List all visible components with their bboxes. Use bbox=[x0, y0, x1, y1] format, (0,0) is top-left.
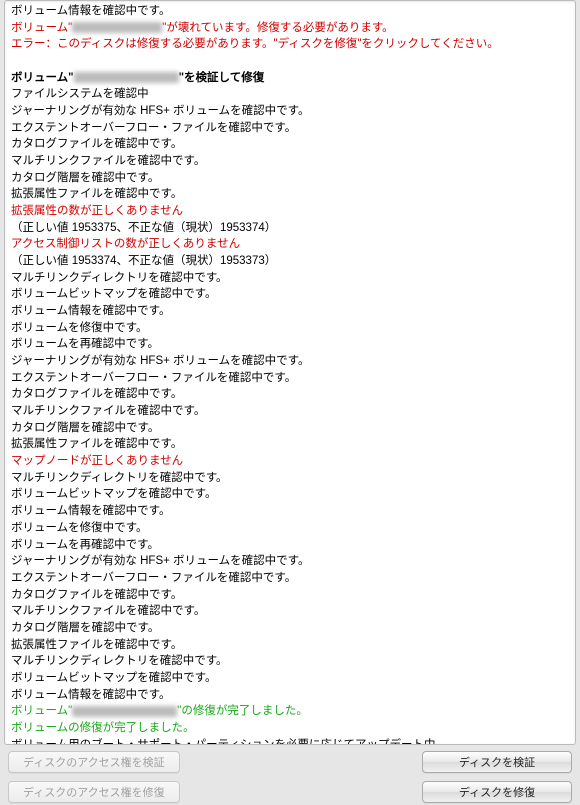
log-line: 拡張属性の数が正しくありません bbox=[11, 203, 569, 220]
button-row-2: ディスクのアクセス権を修復 ディスクを修復 bbox=[0, 775, 580, 805]
log-line: マルチリンクファイルを確認中です。 bbox=[11, 153, 569, 170]
log-line: アクセス制御リストの数が正しくありません bbox=[11, 236, 569, 253]
log-line: 拡張属性ファイルを確認中です。 bbox=[11, 637, 569, 654]
log-line: 拡張属性ファイルを確認中です。 bbox=[11, 436, 569, 453]
log-line: ボリュームを修復中です。 bbox=[11, 520, 569, 537]
verify-disk-button[interactable]: ディスクを検証 bbox=[422, 751, 572, 773]
verify-permissions-button[interactable]: ディスクのアクセス権を検証 bbox=[8, 751, 180, 773]
redacted-text: xxxxxxxx bbox=[72, 22, 162, 33]
log-line: ジャーナリングが有効な HFS+ ボリュームを確認中です。 bbox=[11, 353, 569, 370]
log-line: マルチリンクファイルを確認中です。 bbox=[11, 603, 569, 620]
log-line: ボリュームビットマップを確認中です。 bbox=[11, 286, 569, 303]
log-line: エクステントオーバーフロー・ファイルを確認中です。 bbox=[11, 570, 569, 587]
log-line: マルチリンクファイルを確認中です。 bbox=[11, 403, 569, 420]
log-line: ボリュームの修復が完了しました。 bbox=[11, 720, 569, 737]
redacted-text: xxxxxxxx bbox=[72, 706, 177, 717]
log-line: （正しい値 1953374、不正な値（現状）1953373） bbox=[11, 253, 569, 270]
log-line: マルチリンクディレクトリを確認中です。 bbox=[11, 653, 569, 670]
log-line: ボリュームを再確認中です。 bbox=[11, 537, 569, 554]
log-line: エクステントオーバーフロー・ファイルを確認中です。 bbox=[11, 120, 569, 137]
log-line: ジャーナリングが有効な HFS+ ボリュームを確認中です。 bbox=[11, 103, 569, 120]
log-line bbox=[11, 53, 569, 70]
log-line: ファイルシステムを確認中 bbox=[11, 86, 569, 103]
log-line: ボリューム"xxxxxxxx"の修復が完了しました。 bbox=[11, 703, 569, 720]
log-line: マルチリンクディレクトリを確認中です。 bbox=[11, 470, 569, 487]
log-line: マルチリンクディレクトリを確認中です。 bbox=[11, 270, 569, 287]
redacted-text: xxxxxxxx bbox=[74, 72, 179, 83]
log-line: カタログ階層を確認中です。 bbox=[11, 620, 569, 637]
log-line: ボリューム情報を確認中です。 bbox=[11, 687, 569, 704]
log-line: エラー：このディスクは修復する必要があります。"ディスクを修復"をクリックしてく… bbox=[11, 36, 569, 53]
button-row-1: ディスクのアクセス権を検証 ディスクを検証 bbox=[0, 745, 580, 775]
log-line: ジャーナリングが有効な HFS+ ボリュームを確認中です。 bbox=[11, 553, 569, 570]
log-line: エクステントオーバーフロー・ファイルを確認中です。 bbox=[11, 370, 569, 387]
log-line: ボリューム用のブート・サポート・パーティションを必要に応じてアップデート中。 bbox=[11, 737, 569, 745]
log-line: ボリューム情報を確認中です。 bbox=[11, 3, 569, 20]
log-line: カタログ階層を確認中です。 bbox=[11, 420, 569, 437]
log-line: カタログファイルを確認中です。 bbox=[11, 386, 569, 403]
log-line: ボリュームを再確認中です。 bbox=[11, 336, 569, 353]
log-panel[interactable]: ボリューム情報を確認中です。ボリューム"xxxxxxxx"が壊れています。修復す… bbox=[4, 0, 576, 745]
log-line: カタログ階層を確認中です。 bbox=[11, 170, 569, 187]
log-line: マップノードが正しくありません bbox=[11, 453, 569, 470]
log-line: ボリュームビットマップを確認中です。 bbox=[11, 670, 569, 687]
log-line: ボリューム情報を確認中です。 bbox=[11, 503, 569, 520]
log-line: カタログファイルを確認中です。 bbox=[11, 136, 569, 153]
log-line: ボリューム情報を確認中です。 bbox=[11, 303, 569, 320]
log-line: カタログファイルを確認中です。 bbox=[11, 587, 569, 604]
log-line: ボリューム"xxxxxxxx"を検証して修復 bbox=[11, 70, 569, 87]
log-line: ボリュームを修復中です。 bbox=[11, 320, 569, 337]
log-line: （正しい値 1953375、不正な値（現状）1953374） bbox=[11, 220, 569, 237]
log-line: ボリュームビットマップを確認中です。 bbox=[11, 486, 569, 503]
log-line: 拡張属性ファイルを確認中です。 bbox=[11, 186, 569, 203]
log-line: ボリューム"xxxxxxxx"が壊れています。修復する必要があります。 bbox=[11, 20, 569, 37]
